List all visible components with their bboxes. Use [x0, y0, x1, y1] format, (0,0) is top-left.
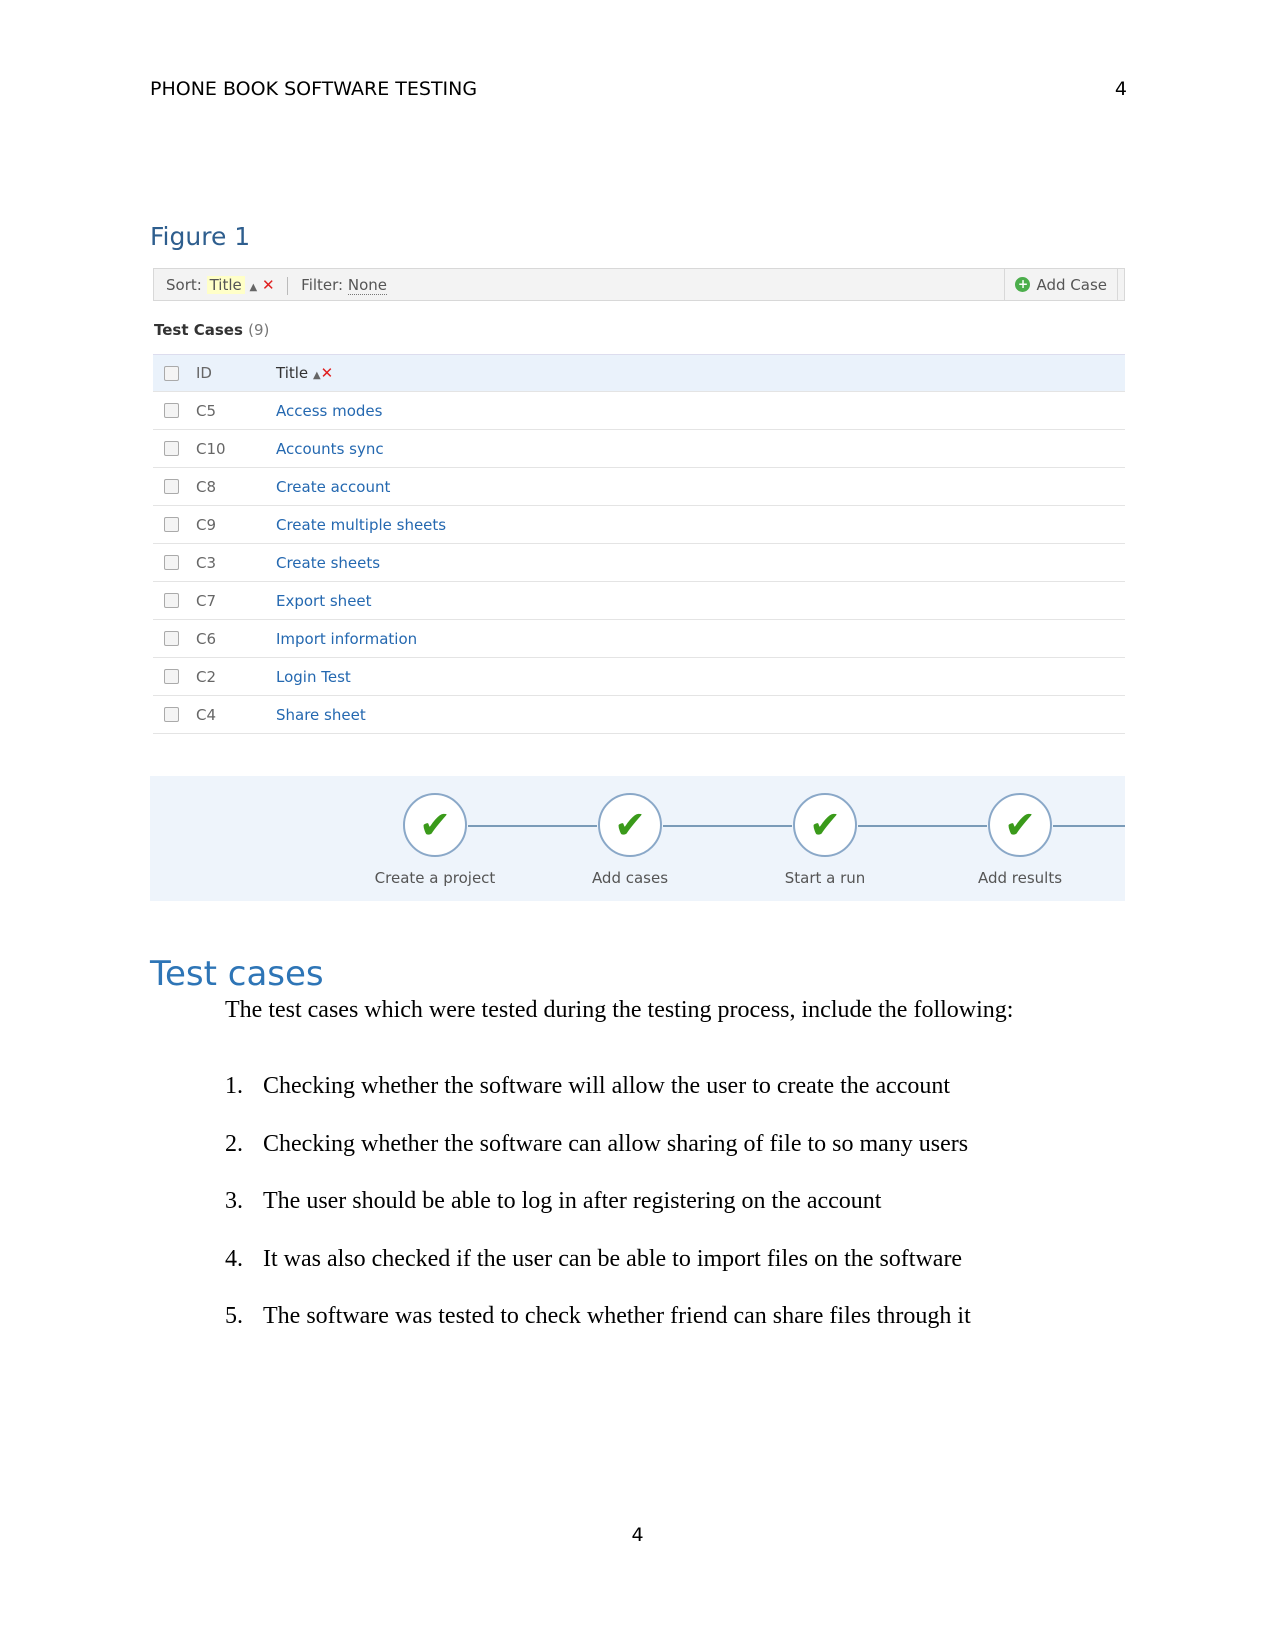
case-title-link[interactable]: Create sheets [276, 554, 380, 572]
table-row: C8 Create account [153, 468, 1125, 506]
case-count: (9) [248, 321, 270, 339]
step-label: Add cases [591, 869, 669, 887]
row-checkbox[interactable] [164, 593, 179, 608]
footer-page-number: 4 [631, 1524, 644, 1546]
item-number: 3. [225, 1188, 243, 1214]
table-row: C6 Import information [153, 620, 1125, 658]
filter-label: Filter: [301, 276, 344, 294]
row-checkbox[interactable] [164, 707, 179, 722]
step-label: Create a project [374, 869, 496, 887]
case-title-link[interactable]: Access modes [276, 402, 382, 420]
filter-value[interactable]: None [347, 276, 388, 295]
list-item: 2. Checking whether the software can allo… [225, 1131, 968, 1158]
row-checkbox[interactable] [164, 441, 179, 456]
case-id: C9 [196, 515, 217, 534]
case-id: C6 [196, 629, 217, 648]
case-id: C8 [196, 477, 217, 496]
add-case-label: Add Case [1036, 275, 1107, 294]
case-id: C10 [196, 439, 226, 458]
figure-label: Figure 1 [150, 222, 251, 251]
item-text: Checking whether the software will allow… [263, 1073, 951, 1099]
row-checkbox[interactable] [164, 479, 179, 494]
step-label: Start a run [784, 869, 866, 887]
toolbar: Sort: Title ▲ ✕ Filter: None + Add Case [153, 268, 1125, 301]
intro-paragraph: The test cases which were tested during … [225, 997, 1014, 1023]
column-id[interactable]: ID [196, 364, 276, 382]
list-item: 5. The software was tested to check wheth… [225, 1303, 971, 1330]
workflow-step[interactable]: ✔ Create a project [355, 793, 515, 887]
case-title-link[interactable]: Import information [276, 630, 417, 648]
table-row: C4 Share sheet [153, 696, 1125, 734]
row-checkbox[interactable] [164, 555, 179, 570]
sort-label: Sort: [166, 276, 202, 294]
sort-asc-icon: ▲ [312, 370, 321, 381]
document-page: PHONE BOOK SOFTWARE TESTING 4 Figure 1 S… [0, 0, 1275, 1651]
row-checkbox[interactable] [164, 517, 179, 532]
case-title-link[interactable]: Accounts sync [276, 440, 384, 458]
row-checkbox[interactable] [164, 669, 179, 684]
item-number: 1. [225, 1073, 243, 1099]
check-icon: ✔ [793, 793, 857, 857]
divider [287, 276, 289, 295]
section-heading: Test cases [150, 954, 324, 994]
workflow-step[interactable]: ✔ Add results [940, 793, 1100, 887]
table-row: C9 Create multiple sheets [153, 506, 1125, 544]
check-icon: ✔ [403, 793, 467, 857]
clear-sort-icon[interactable]: ✕ [262, 276, 275, 294]
plus-circle-icon: + [1015, 277, 1031, 292]
item-number: 5. [225, 1303, 243, 1329]
case-title-link[interactable]: Share sheet [276, 706, 366, 724]
table-row: C3 Create sheets [153, 544, 1125, 582]
sort-asc-icon: ▲ [249, 282, 258, 293]
check-icon: ✔ [988, 793, 1052, 857]
item-number: 4. [225, 1246, 243, 1272]
item-text: The software was tested to check whether… [263, 1303, 971, 1329]
item-text: It was also checked if the user can be a… [263, 1246, 963, 1272]
sort-value[interactable]: Title [206, 276, 245, 294]
case-id: C4 [196, 705, 217, 724]
table-row: C10 Accounts sync [153, 430, 1125, 468]
workflow-step[interactable]: ✔ Start a run [745, 793, 905, 887]
test-cases-title: Test Cases (9) [154, 321, 269, 339]
section-title: Test Cases [154, 321, 243, 339]
case-id: C3 [196, 553, 217, 572]
row-checkbox[interactable] [164, 631, 179, 646]
table-row: C5 Access modes [153, 392, 1125, 430]
workflow-step[interactable]: ✔ Add cases [550, 793, 710, 887]
case-title-link[interactable]: Create multiple sheets [276, 516, 446, 534]
workflow-panel: ✔ Create a project ✔ Add cases ✔ Start a run ✔… [150, 776, 1125, 901]
table-header: ID Title ▲✕ [153, 354, 1125, 392]
case-title-link[interactable]: Login Test [276, 668, 351, 686]
test-cases-table: ID Title ▲✕ C5 Access modes C10 Accounts sy… [153, 354, 1125, 734]
header-page-number: 4 [1114, 78, 1127, 100]
table-row: C2 Login Test [153, 658, 1125, 696]
list-item: 3. The user should be able to log in afte… [225, 1188, 881, 1215]
row-checkbox[interactable] [164, 403, 179, 418]
table-row: C7 Export sheet [153, 582, 1125, 620]
add-case-button[interactable]: + Add Case [1004, 269, 1118, 300]
case-id: C7 [196, 591, 217, 610]
case-id: C5 [196, 401, 217, 420]
running-head: PHONE BOOK SOFTWARE TESTING [150, 78, 478, 100]
item-text: The user should be able to log in after … [263, 1188, 882, 1214]
case-id: C2 [196, 667, 217, 686]
step-label: Add results [977, 869, 1063, 887]
case-title-link[interactable]: Export sheet [276, 592, 372, 610]
column-title[interactable]: Title ▲✕ [276, 364, 333, 382]
item-number: 2. [225, 1131, 243, 1157]
item-text: Checking whether the software can allow … [263, 1131, 969, 1157]
check-icon: ✔ [598, 793, 662, 857]
list-item: 1. Checking whether the software will all… [225, 1073, 950, 1100]
case-title-link[interactable]: Create account [276, 478, 390, 496]
select-all-checkbox[interactable] [164, 365, 179, 381]
clear-sort-icon: ✕ [320, 364, 334, 382]
list-item: 4. It was also checked if the user can be… [225, 1246, 962, 1273]
